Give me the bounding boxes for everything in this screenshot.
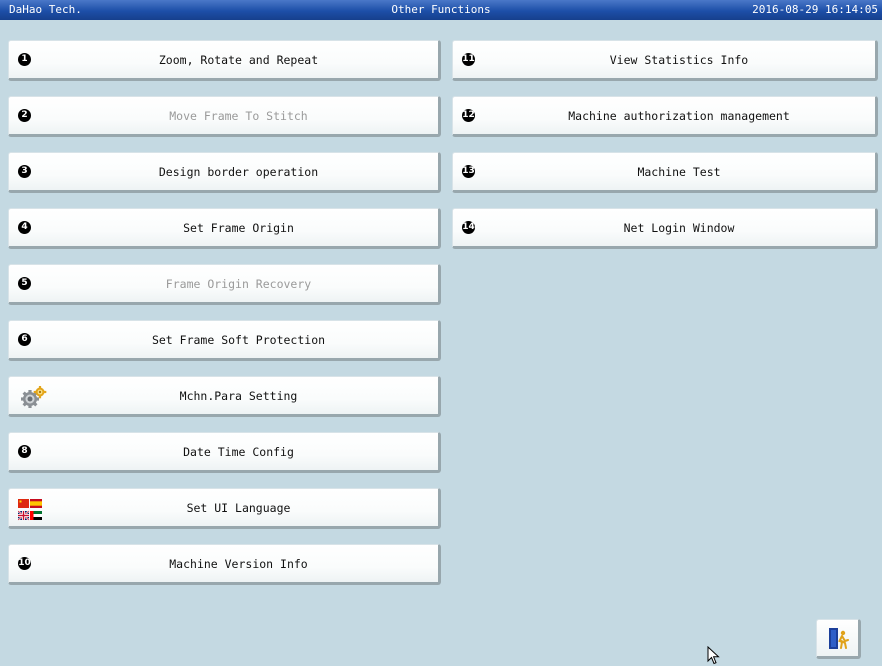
number-5-icon: 5 bbox=[18, 277, 31, 290]
button-label: Zoom, Rotate and Repeat bbox=[158, 52, 319, 67]
number-8-icon: 8 bbox=[18, 445, 31, 458]
button-label: Date Time Config bbox=[183, 444, 294, 459]
button-label: Set Frame Soft Protection bbox=[151, 332, 326, 347]
set-ui-language-button[interactable]: Set UI Language bbox=[8, 488, 441, 529]
button-label: Net Login Window bbox=[623, 220, 735, 235]
button-label: Mchn.Para Setting bbox=[179, 388, 298, 403]
window-title: Other Functions bbox=[391, 3, 491, 16]
date-time-config-button[interactable]: 8 Date Time Config bbox=[8, 432, 441, 473]
net-login-window-button[interactable]: 14 Net Login Window bbox=[452, 208, 878, 249]
number-2-icon: 2 bbox=[18, 109, 31, 122]
exit-button[interactable] bbox=[816, 619, 861, 659]
button-label: Machine authorization management bbox=[568, 108, 790, 123]
number-6-icon: 6 bbox=[18, 333, 31, 346]
frame-origin-recovery-button[interactable]: 5 Frame Origin Recovery bbox=[8, 264, 441, 305]
button-label: Set UI Language bbox=[186, 500, 291, 515]
button-label: Frame Origin Recovery bbox=[165, 276, 312, 291]
number-13-icon: 13 bbox=[462, 165, 475, 178]
move-frame-to-stitch-button[interactable]: 2 Move Frame To Stitch bbox=[8, 96, 441, 137]
machine-version-info-button[interactable]: 10 Machine Version Info bbox=[8, 544, 441, 585]
view-statistics-info-button[interactable]: 11 View Statistics Info bbox=[452, 40, 878, 81]
datetime-display: 2016-08-29 16:14:05 bbox=[752, 3, 878, 16]
number-3-icon: 3 bbox=[18, 165, 31, 178]
machine-test-button[interactable]: 13 Machine Test bbox=[452, 152, 878, 193]
button-label: Set Frame Origin bbox=[183, 220, 294, 235]
machine-authorization-management-button[interactable]: 12 Machine authorization management bbox=[452, 96, 878, 137]
number-10-icon: 10 bbox=[18, 557, 31, 570]
design-border-operation-button[interactable]: 3 Design border operation bbox=[8, 152, 441, 193]
number-1-icon: 1 bbox=[18, 53, 31, 66]
button-label: Move Frame To Stitch bbox=[169, 108, 308, 123]
button-label: View Statistics Info bbox=[609, 52, 749, 67]
mouse-cursor-icon bbox=[707, 646, 720, 665]
zoom-rotate-repeat-button[interactable]: 1 Zoom, Rotate and Repeat bbox=[8, 40, 441, 81]
machine-parameter-setting-button[interactable]: Mchn.Para Setting bbox=[8, 376, 441, 417]
button-label: Design border operation bbox=[158, 164, 319, 179]
button-label: Machine Version Info bbox=[169, 556, 308, 571]
button-label: Machine Test bbox=[637, 164, 721, 179]
title-bar: DaHao Tech. Other Functions 2016-08-29 1… bbox=[0, 0, 882, 20]
number-4-icon: 4 bbox=[18, 221, 31, 234]
number-11-icon: 11 bbox=[462, 53, 475, 66]
exit-door-icon bbox=[829, 628, 849, 649]
set-frame-soft-protection-button[interactable]: 6 Set Frame Soft Protection bbox=[8, 320, 441, 361]
number-12-icon: 12 bbox=[462, 109, 475, 122]
number-14-icon: 14 bbox=[462, 221, 475, 234]
set-frame-origin-button[interactable]: 4 Set Frame Origin bbox=[8, 208, 441, 249]
